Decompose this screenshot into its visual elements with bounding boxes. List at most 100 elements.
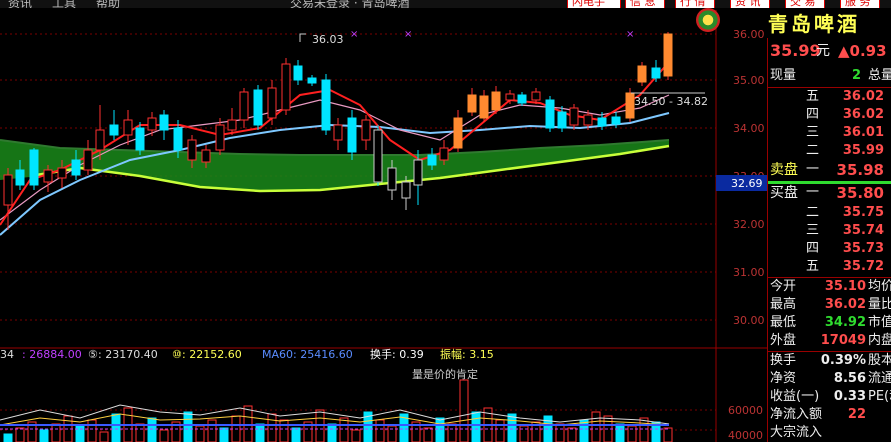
stat-label: 收益(一) [770, 389, 820, 404]
current-price-tag: 32.69 [731, 177, 763, 190]
sell1-row[interactable]: 卖盘 一 35.98 [768, 161, 891, 181]
now-volume-value: 2 [852, 68, 862, 83]
buy4-label: 四 [806, 241, 820, 256]
y-tick-32: 32.00 [733, 218, 765, 231]
volume-bar [15, 427, 25, 442]
candle-body [15, 169, 25, 186]
buy1-row[interactable]: 买盘 一 35.80 [768, 184, 891, 204]
sell5-row[interactable]: 五 36.02 [768, 88, 891, 106]
candle-body [439, 147, 449, 161]
candle-body [611, 116, 621, 125]
sell1-price: 35.98 [836, 161, 884, 179]
volume-bar [159, 429, 169, 442]
candle-body [517, 94, 527, 104]
candle-body [159, 114, 169, 131]
candle-body [227, 119, 237, 131]
turnover-label: 换手: 0.39 [370, 347, 424, 361]
volume-bar [111, 413, 121, 442]
candle-body [147, 117, 157, 131]
kline-chart[interactable]: 36.03 34.50 - 34.82 × × × 36.00 35.00 34… [0, 0, 767, 442]
amplitude-label: 振幅: 3.15 [440, 347, 494, 361]
vol-ma-yellow [0, 413, 670, 426]
buy-side-label: 买盘 [770, 185, 798, 201]
volume-bar [255, 423, 265, 442]
volume-axis: 60000 40000 [728, 404, 763, 442]
candle-body [29, 149, 39, 186]
volume-bar [387, 425, 397, 442]
volume-bar [3, 433, 13, 442]
volume-bar [339, 417, 349, 442]
volume-bar [75, 425, 85, 442]
now-volume-label: 现量 [770, 68, 797, 83]
vol-lead: 34 [0, 348, 14, 361]
buy5-row[interactable]: 五 35.72 [768, 258, 891, 276]
vol-ma2-marker: ⑤ [88, 348, 98, 361]
volume-bars [3, 379, 673, 442]
volume-bar [327, 423, 337, 442]
candle-body [427, 154, 437, 166]
candle-body [109, 124, 119, 136]
candle-body [239, 91, 249, 121]
candle-body [531, 91, 541, 101]
candle-body [333, 124, 343, 141]
volume-bar [459, 379, 469, 442]
volume-bar [291, 427, 301, 442]
stat-extra-label: 流通 [868, 371, 891, 386]
vol-tick-60000: 60000 [728, 404, 763, 417]
buy2-label: 二 [806, 205, 820, 220]
sell3-row[interactable]: 三 36.01 [768, 124, 891, 142]
sell2-row[interactable]: 二 35.99 [768, 142, 891, 160]
now-volume-row: 现量 2 总量 [768, 67, 891, 85]
buy2-row[interactable]: 二 35.75 [768, 204, 891, 222]
sell5-price: 36.02 [842, 89, 884, 104]
candle-body [467, 94, 477, 113]
sell4-row[interactable]: 四 36.02 [768, 106, 891, 124]
stat-label: 今开 [770, 279, 797, 294]
volume-bar [591, 411, 601, 442]
stat-value: 34.92 [824, 315, 866, 330]
stat-value: 36.02 [824, 297, 866, 312]
volume-bar [267, 413, 277, 442]
stat-row: 今开 35.10 均价 [768, 278, 891, 296]
y-tick-35: 35.00 [733, 74, 765, 87]
total-volume-label: 总量 [868, 68, 891, 83]
stat-label: 外盘 [770, 333, 797, 348]
stat-label: 换手 [770, 353, 797, 368]
volume-bar [495, 419, 505, 442]
stat-value: 0.33 [833, 389, 866, 404]
vol-ma60: MA60: 25416.60 [262, 348, 353, 361]
stat-row: 最低 34.92 市值 [768, 314, 891, 332]
vol-ma3-marker: ⑩ [172, 348, 182, 361]
stat-label: 大宗流入 [770, 425, 823, 440]
sell5-label: 五 [806, 89, 820, 104]
volume-bar [135, 423, 145, 442]
volume-indicator-bar: 34 : 26884.00 ⑤ : 23170.40 ⑩ : 22152.60 … [0, 347, 494, 361]
sell1-label: 一 [806, 162, 820, 177]
stat-label: 净流入额 [770, 407, 823, 422]
sell4-price: 36.02 [842, 107, 884, 122]
volume-bar [615, 423, 625, 442]
high-marker [299, 33, 306, 42]
sell2-price: 35.99 [842, 143, 884, 158]
last-price: 35.99 [770, 41, 821, 60]
stat-extra-label: 均价 [868, 279, 891, 294]
candle-body [625, 92, 635, 119]
candle-body [135, 127, 145, 151]
stat-value: 17049 [820, 333, 866, 348]
stat-row: 收益(一) 0.33PE(动 [768, 388, 891, 406]
sell4-label: 四 [806, 107, 820, 122]
vol-ma2: : 23170.40 [98, 348, 158, 361]
volume-bar [219, 427, 229, 442]
volume-bar [471, 411, 481, 442]
buy1-label: 一 [806, 185, 820, 200]
buy3-row[interactable]: 三 35.74 [768, 222, 891, 240]
candle-body [361, 119, 371, 141]
stat-label: 最高 [770, 297, 797, 312]
y-tick-30: 30.00 [733, 314, 765, 327]
buy4-row[interactable]: 四 35.73 [768, 240, 891, 258]
volume-bar [375, 419, 385, 442]
vol-ma3: : 22152.60 [182, 348, 242, 361]
candle-body [453, 117, 463, 149]
stat-extra-label: 内盘 [868, 333, 891, 348]
logo-icon [696, 8, 720, 32]
